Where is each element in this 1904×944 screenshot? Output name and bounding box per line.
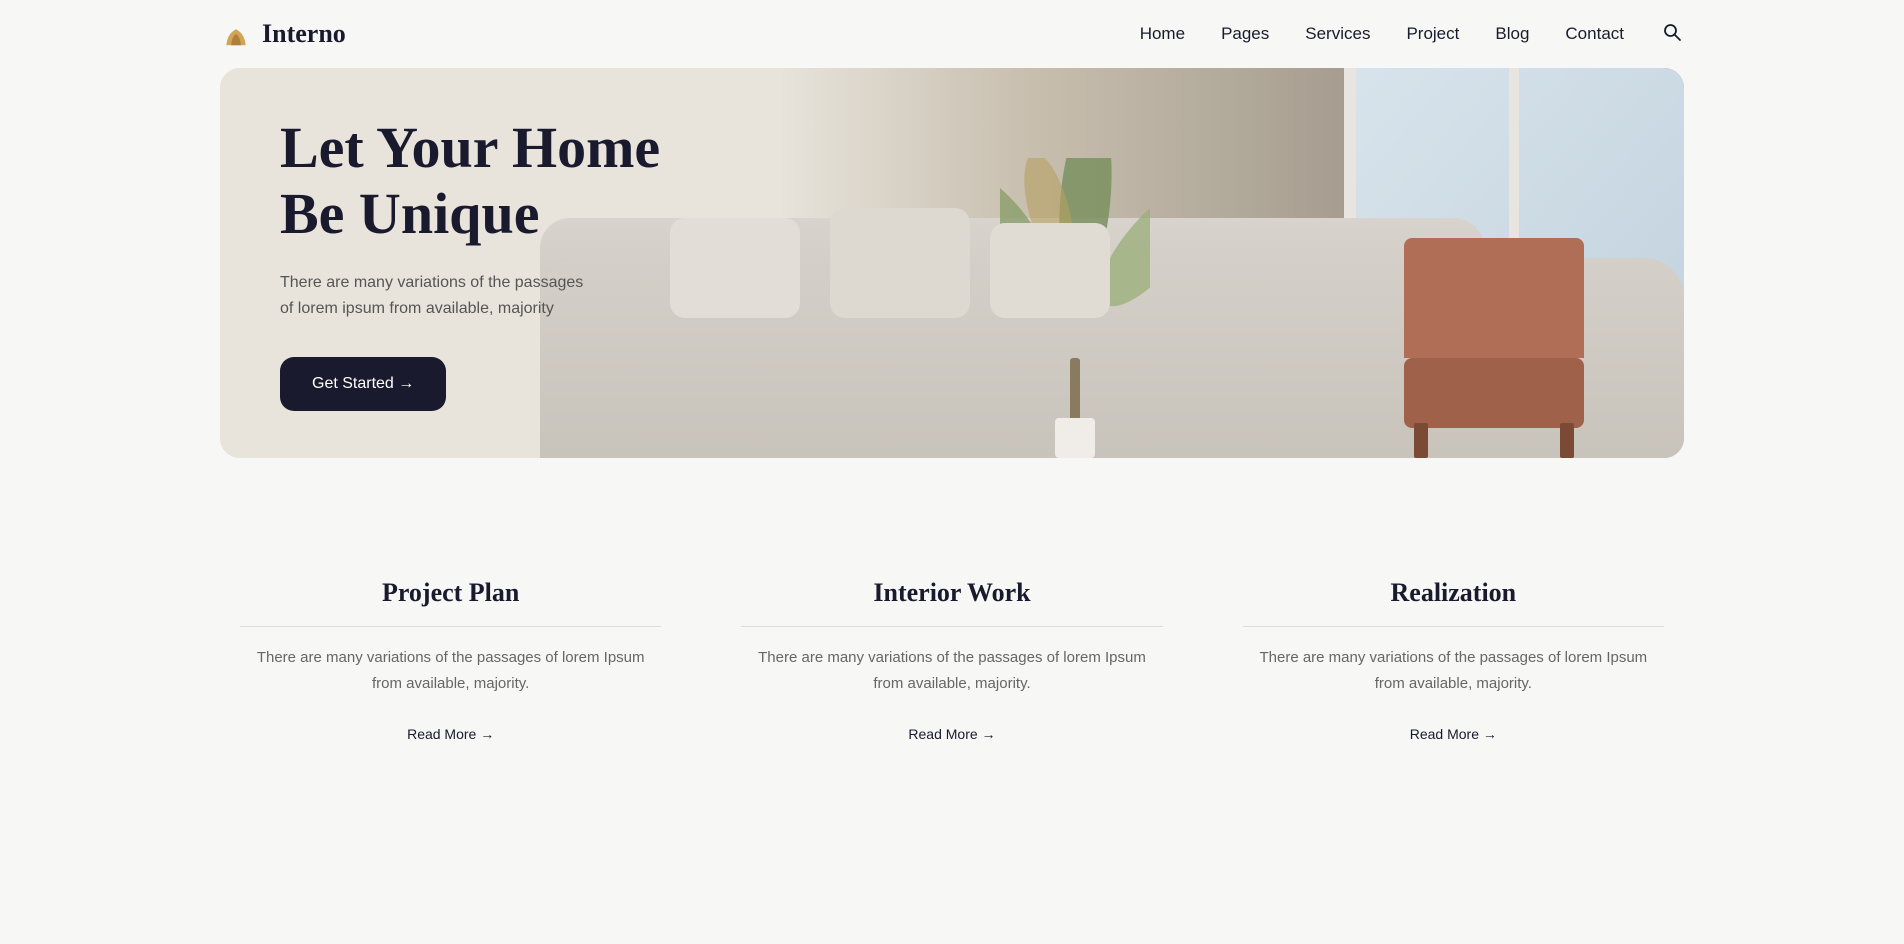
pillow-3 <box>990 223 1110 318</box>
logo-icon <box>220 18 252 50</box>
feature-card-2: Interior Work There are many variations … <box>721 558 1182 764</box>
get-started-button[interactable]: Get Started → <box>280 357 446 411</box>
nav-services[interactable]: Services <box>1305 24 1370 44</box>
search-icon <box>1662 22 1682 42</box>
feature-card-3: Realization There are many variations of… <box>1223 558 1684 764</box>
feature-desc-2: There are many variations of the passage… <box>741 645 1162 696</box>
hero-section: Let Your Home Be Unique There are many v… <box>0 68 1904 458</box>
hero-subtitle: There are many variations of the passage… <box>280 270 660 321</box>
feature-link-1[interactable]: Read More → <box>407 726 494 742</box>
feature-card-1: Project Plan There are many variations o… <box>220 558 681 764</box>
search-button[interactable] <box>1660 20 1684 49</box>
features-section: Project Plan There are many variations o… <box>0 518 1904 824</box>
chair-decor <box>1384 238 1604 458</box>
feature-link-3[interactable]: Read More → <box>1410 726 1497 742</box>
feature-divider-3 <box>1243 626 1664 627</box>
header: Interno Home Pages Services Project Blog… <box>0 0 1904 68</box>
feature-title-1: Project Plan <box>240 578 661 608</box>
nav-project[interactable]: Project <box>1406 24 1459 44</box>
feature-divider-2 <box>741 626 1162 627</box>
hero-content: Let Your Home Be Unique There are many v… <box>220 68 720 458</box>
feature-desc-3: There are many variations of the passage… <box>1243 645 1664 696</box>
brand-name: Interno <box>262 19 346 49</box>
nav-blog[interactable]: Blog <box>1495 24 1529 44</box>
hero-title: Let Your Home Be Unique <box>280 115 660 248</box>
feature-link-2[interactable]: Read More → <box>908 726 995 742</box>
nav-home[interactable]: Home <box>1140 24 1185 44</box>
feature-divider-1 <box>240 626 661 627</box>
pillow-2 <box>830 208 970 318</box>
feature-desc-1: There are many variations of the passage… <box>240 645 661 696</box>
main-nav: Home Pages Services Project Blog Contact <box>1140 20 1684 49</box>
hero-container: Let Your Home Be Unique There are many v… <box>220 68 1684 458</box>
logo[interactable]: Interno <box>220 18 346 50</box>
feature-title-2: Interior Work <box>741 578 1162 608</box>
nav-contact[interactable]: Contact <box>1565 24 1624 44</box>
nav-pages[interactable]: Pages <box>1221 24 1269 44</box>
feature-title-3: Realization <box>1243 578 1664 608</box>
